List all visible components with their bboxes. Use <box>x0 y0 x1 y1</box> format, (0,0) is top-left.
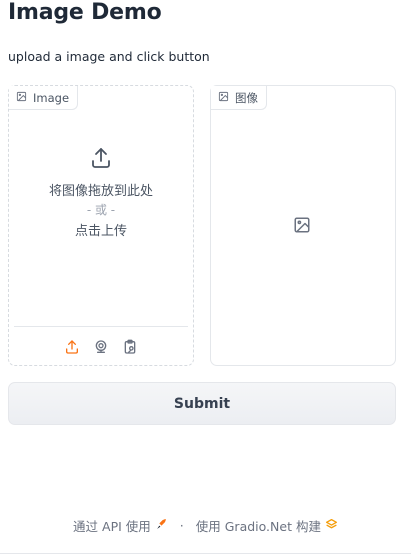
upload-arrow-icon <box>89 146 113 174</box>
gradio-link[interactable]: 使用 Gradio.Net 构建 <box>196 516 338 535</box>
built-with-text: 使用 Gradio.Net 构建 <box>195 519 321 534</box>
image-input-label: Image <box>33 90 70 105</box>
source-selector-bar <box>14 326 188 366</box>
app-root: Image Demo upload a image and click butt… <box>0 0 411 554</box>
page-title: Image Demo <box>8 0 162 25</box>
image-label-icon <box>16 91 27 105</box>
image-output-label: 图像 <box>235 90 258 105</box>
rocket-icon <box>155 518 168 534</box>
image-label-icon <box>218 91 229 105</box>
or-separator-text: - 或 - <box>86 203 116 217</box>
webcam-icon[interactable] <box>93 338 110 355</box>
footer: 通过 API 使用 · 使用 Gradio.Net 构建 <box>0 516 411 535</box>
upload-dropzone[interactable]: 将图像拖放到此处 - 或 - 点击上传 <box>9 146 193 239</box>
api-usage-link[interactable]: 通过 API 使用 <box>73 516 168 535</box>
image-output-label-tag: 图像 <box>211 86 267 110</box>
clipboard-icon[interactable] <box>122 338 139 355</box>
click-upload-text: 点击上传 <box>74 224 127 239</box>
page-description: upload a image and click button <box>8 49 210 64</box>
gradio-logo-icon <box>325 518 338 534</box>
footer-separator: · <box>179 518 184 533</box>
empty-image-icon <box>293 216 313 236</box>
image-input-panel: Image 将图像拖放到此处 - 或 - 点击上传 <box>8 85 194 366</box>
image-input-label-tag: Image <box>9 86 79 110</box>
drop-hint-text: 将图像拖放到此处 <box>48 184 153 199</box>
upload-source-icon[interactable] <box>64 338 81 355</box>
api-usage-text: 通过 API 使用 <box>73 519 151 534</box>
image-output-panel: 图像 <box>210 85 396 366</box>
submit-button[interactable]: Submit <box>8 382 396 425</box>
